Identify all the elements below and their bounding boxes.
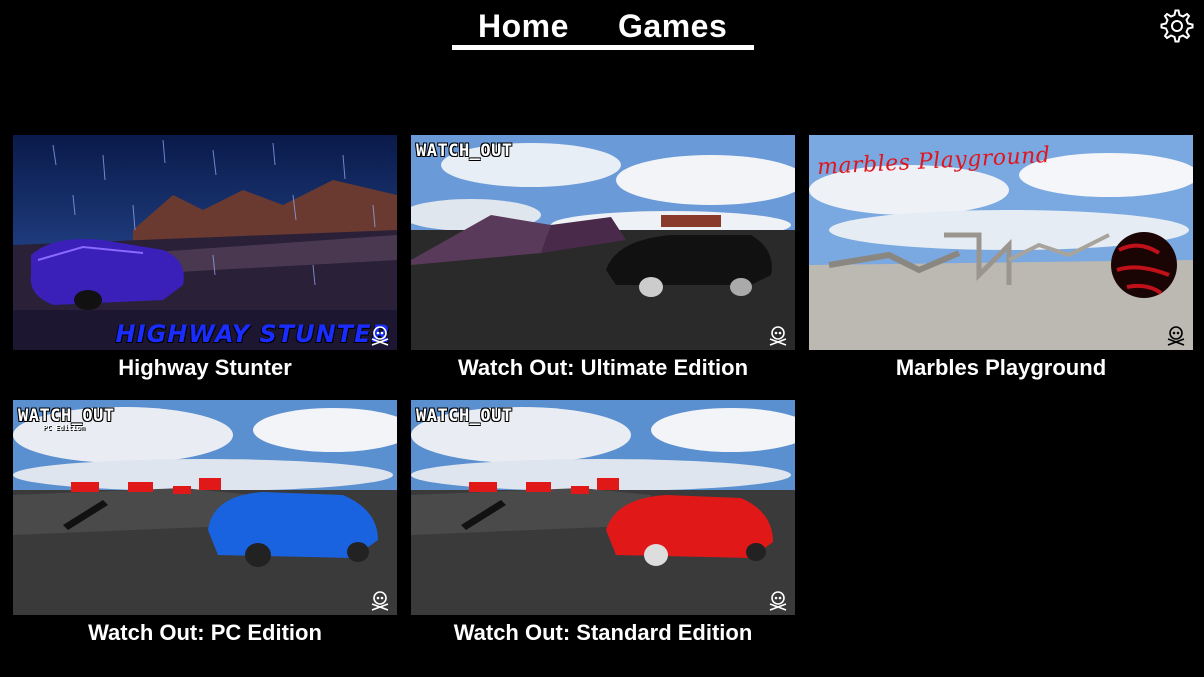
game-logo: WATCH_OUT (18, 406, 115, 426)
skull-badge-icon (371, 326, 389, 346)
watch-out-ultimate-scene (411, 135, 795, 350)
gear-icon[interactable] (1159, 8, 1195, 44)
highway-stunter-scene (13, 135, 397, 350)
game-logo-subtitle: PC Edition (43, 424, 86, 432)
watch-out-standard-scene (411, 400, 795, 615)
top-nav: Home Games (452, 4, 754, 52)
game-card-marbles-playground[interactable]: marbles Playground Marbles Playground (809, 135, 1193, 380)
tab-home[interactable]: Home (478, 8, 569, 45)
watch-out-pc-scene (13, 400, 397, 615)
game-title[interactable]: Watch Out: Standard Edition (411, 620, 795, 646)
game-thumbnail[interactable]: HIGHWAY STUNTER (13, 135, 397, 350)
game-card-highway-stunter[interactable]: HIGHWAY STUNTER Highway Stunter (13, 135, 397, 380)
game-title[interactable]: Watch Out: Ultimate Edition (411, 355, 795, 381)
skull-badge-icon (1167, 326, 1185, 346)
skull-badge-icon (371, 591, 389, 611)
game-thumbnail[interactable]: WATCH_OUT (411, 135, 795, 350)
tab-games[interactable]: Games (618, 8, 727, 45)
game-title[interactable]: Marbles Playground (809, 355, 1193, 381)
game-logo: WATCH_OUT (416, 141, 513, 161)
skull-badge-icon (769, 326, 787, 346)
game-title[interactable]: Watch Out: PC Edition (13, 620, 397, 646)
game-thumbnail[interactable]: WATCH_OUT (411, 400, 795, 615)
game-thumbnail[interactable]: WATCH_OUT PC Edition (13, 400, 397, 615)
game-thumbnail[interactable]: marbles Playground (809, 135, 1193, 350)
game-card-watch-out-ultimate[interactable]: WATCH_OUT Watch Out: Ultimate Edition (411, 135, 795, 380)
game-card-watch-out-standard[interactable]: WATCH_OUT Watch Out: Standard Edition (411, 400, 795, 645)
game-card-watch-out-pc[interactable]: WATCH_OUT PC Edition Watch Out: PC Editi… (13, 400, 397, 645)
tab-underline (452, 45, 754, 50)
skull-badge-icon (769, 591, 787, 611)
game-logo: HIGHWAY STUNTER (115, 320, 391, 348)
game-title[interactable]: Highway Stunter (13, 355, 397, 381)
game-logo: WATCH_OUT (416, 406, 513, 426)
